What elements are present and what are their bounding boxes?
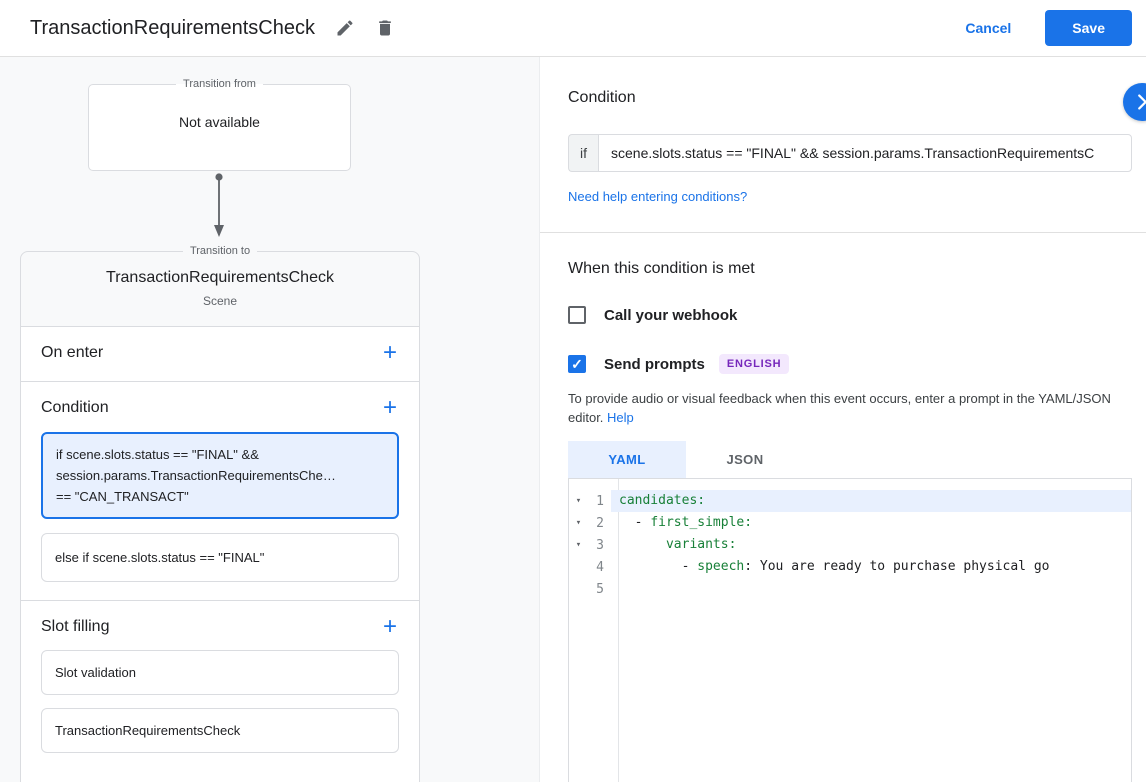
line-number: 5	[596, 581, 604, 597]
code-line-5: 5	[569, 578, 1131, 600]
transition-from-value: Not available	[179, 114, 260, 130]
prompt-description-text: To provide audio or visual feedback when…	[568, 391, 1111, 425]
code-text: - first_simple:	[611, 512, 1131, 534]
condition-expression-input[interactable]	[598, 134, 1132, 172]
call-webhook-label: Call your webhook	[604, 306, 738, 324]
scene-editor-window: TransactionRequirementsCheck Cancel Save…	[0, 0, 1146, 782]
condition-help-link[interactable]: Need help entering conditions?	[568, 189, 747, 204]
transition-to-label: Transition to	[189, 245, 251, 257]
condition-heading: Condition	[568, 89, 636, 106]
fold-arrow-icon[interactable]: ▾	[569, 496, 588, 506]
editor-format-tabs: YAML JSON	[568, 441, 1146, 478]
code-token: : You are ready to purchase physical go	[744, 559, 1050, 574]
scene-graph-panel: Transition from Not available Transition…	[0, 57, 540, 782]
condition-section-label: Condition	[41, 399, 109, 416]
edit-title-button[interactable]	[325, 8, 365, 48]
condition-expression-row: if	[568, 134, 1132, 172]
prompt-help-link[interactable]: Help	[607, 410, 634, 425]
code-text: candidates:	[611, 490, 1131, 512]
line-number: 1	[596, 493, 604, 509]
tab-json[interactable]: JSON	[686, 441, 804, 478]
code-token: speech	[697, 559, 745, 574]
code-token: candidates:	[619, 493, 706, 508]
code-text: variants:	[611, 534, 1131, 556]
line-number: 3	[596, 537, 604, 553]
slot-item-transaction-requirements[interactable]: TransactionRequirementsCheck	[41, 708, 399, 753]
transition-from-node: Transition from Not available	[88, 78, 351, 171]
code-line-2: ▾ 2 - first_simple:	[569, 512, 1131, 534]
tab-yaml[interactable]: YAML	[568, 441, 686, 478]
pencil-icon	[337, 20, 353, 36]
delete-scene-button[interactable]	[365, 8, 405, 48]
checkmark-icon: ✓	[571, 356, 583, 372]
when-condition-met-heading: When this condition is met	[568, 260, 755, 277]
send-prompts-row: ✓ Send prompts ENGLISH	[568, 354, 1146, 374]
scene-subtitle: Scene	[202, 294, 238, 308]
transition-arrow-icon	[211, 173, 227, 239]
plus-icon: +	[382, 394, 397, 421]
code-line-1: ▾ 1 candidates:	[569, 490, 1131, 512]
header: TransactionRequirementsCheck Cancel Save	[0, 0, 1146, 57]
yaml-code-editor[interactable]: ▾ 1 candidates: ▾ 2 - first_simple: ▾ 3 …	[568, 478, 1132, 782]
code-token: first_simple:	[650, 515, 753, 530]
call-webhook-checkbox[interactable]	[568, 306, 586, 324]
line-number: 4	[596, 559, 604, 575]
add-slot-button[interactable]: +	[381, 615, 399, 639]
code-token: -	[619, 559, 698, 574]
page-title: TransactionRequirementsCheck	[30, 16, 315, 39]
add-condition-button[interactable]: +	[381, 396, 399, 420]
scene-node-header: TransactionRequirementsCheck Scene	[21, 257, 419, 327]
line-number: 2	[596, 515, 604, 531]
code-line-4: 4 - speech: You are ready to purchase ph…	[569, 556, 1131, 578]
code-token: variants:	[665, 537, 737, 552]
on-enter-label: On enter	[41, 344, 104, 361]
condition-section: Condition + if scene.slots.status == "FI…	[21, 382, 419, 601]
section-divider	[540, 232, 1146, 233]
webhook-row: Call your webhook	[568, 306, 1146, 324]
code-token: -	[619, 515, 651, 530]
fold-arrow-icon[interactable]: ▾	[569, 540, 588, 550]
chevron-right-icon	[1138, 94, 1146, 110]
plus-icon: +	[382, 339, 397, 366]
slot-filling-section: Slot filling + Slot validation Transacti…	[21, 601, 419, 782]
prompt-description: To provide audio or visual feedback when…	[568, 389, 1146, 427]
transition-from-label: Transition from	[183, 78, 256, 90]
add-on-enter-button[interactable]: +	[381, 341, 399, 365]
slot-item-validation[interactable]: Slot validation	[41, 650, 399, 695]
cancel-button[interactable]: Cancel	[953, 12, 1023, 44]
condition-item-selected[interactable]: if scene.slots.status == "FINAL" && sess…	[41, 432, 399, 519]
plus-icon: +	[382, 613, 397, 640]
condition-detail-panel: Condition if Need help entering conditio…	[540, 57, 1146, 782]
slot-filling-label: Slot filling	[41, 618, 110, 635]
send-prompts-label: Send prompts	[604, 355, 705, 373]
send-prompts-checkbox[interactable]: ✓	[568, 355, 586, 373]
on-enter-section: On enter +	[21, 327, 419, 382]
trash-icon	[379, 20, 391, 36]
code-line-3: ▾ 3 variants:	[569, 534, 1131, 556]
scene-node-card: Transition to TransactionRequirementsChe…	[20, 245, 420, 782]
fold-arrow-icon[interactable]: ▾	[569, 518, 588, 528]
main-body: Transition from Not available Transition…	[0, 57, 1146, 782]
scene-title: TransactionRequirementsCheck	[106, 269, 334, 286]
if-label: if	[568, 134, 598, 172]
save-button[interactable]: Save	[1045, 10, 1132, 46]
code-text: - speech: You are ready to purchase phys…	[611, 556, 1131, 578]
language-badge: ENGLISH	[718, 354, 790, 374]
condition-item[interactable]: else if scene.slots.status == "FINAL"	[41, 533, 399, 582]
